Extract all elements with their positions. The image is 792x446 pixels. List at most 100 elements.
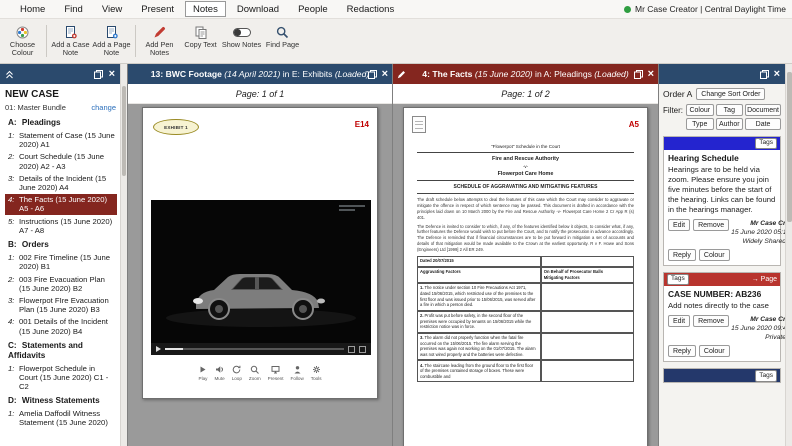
media-mute-control[interactable]: Mute (214, 365, 224, 381)
pen-note-icon[interactable] (397, 70, 406, 79)
index-item-label: Amelia Daffodil Witness Statement (15 Ju… (19, 409, 108, 427)
document-pane-bwc-footage: 13: BWC Footage (14 April 2021) in E: Ex… (127, 64, 392, 446)
media-tools-control[interactable]: Tools (311, 365, 322, 381)
find-page-button[interactable]: Find Page (262, 21, 303, 61)
index-item[interactable]: 3: Flowerpot FIre Evacuation Plan (15 Ju… (5, 295, 117, 315)
change-bundle-link[interactable]: change (91, 103, 116, 112)
filter-button[interactable]: Document (745, 104, 781, 116)
index-item[interactable]: 3: Details of the Incident (15 June 2020… (5, 173, 117, 193)
menu-item[interactable]: Present (133, 1, 182, 17)
note-timestamp: 15 June 2020 09:42 AM (731, 324, 785, 333)
index-item-number: B: (8, 240, 17, 249)
menu-item[interactable]: People (290, 1, 336, 17)
document-text: "Flowerpot" Schedule in the Court Fire a… (417, 144, 634, 382)
edit-note-button[interactable]: Edit (668, 315, 690, 327)
go-to-page-link[interactable]: → Page (752, 276, 777, 283)
index-item[interactable]: 1: Flowerpot Schedule in Court (15 June … (5, 363, 117, 393)
index-item[interactable]: 2: Court Schedule (15 June 2020) A2 - A3 (5, 151, 117, 171)
index-item-number: 4: (8, 195, 14, 204)
index-item[interactable]: 1: 002 Fire Timeline (15 June 2020) B1 (5, 252, 117, 272)
menu-item[interactable]: Find (56, 1, 90, 17)
add-pen-notes-button[interactable]: Add Pen Notes (139, 21, 180, 61)
index-item[interactable]: 2: 003 Fire Evacuation Plan (15 June 202… (5, 274, 117, 294)
index-item-number: 1: (8, 409, 14, 418)
index-item-number: 3: (8, 296, 14, 305)
filter-button[interactable]: Author (716, 118, 744, 130)
tags-button[interactable]: Tags (755, 370, 777, 382)
index-item[interactable]: B: Orders (5, 238, 117, 251)
open-in-new-pane-icon[interactable] (94, 70, 103, 79)
index-item[interactable]: 1: Statement of Case (15 June 2020) A1 (5, 130, 117, 150)
filter-button[interactable]: Colour (686, 104, 714, 116)
edit-note-button[interactable]: Edit (668, 219, 690, 231)
choose-colour-button[interactable]: Choose Colour (2, 21, 43, 61)
document-viewer[interactable]: A5 "Flowerpot" Schedule in the Court Fir… (393, 104, 658, 446)
open-in-new-pane-icon[interactable] (634, 70, 643, 79)
document-thumbnail-icon[interactable] (412, 116, 426, 133)
video-volume-icon[interactable] (348, 346, 355, 353)
index-item-number: 4: (8, 317, 14, 326)
index-item[interactable]: D: Witness Statements (5, 394, 117, 407)
close-pane-icon[interactable]: × (774, 69, 780, 80)
close-pane-icon[interactable]: × (648, 69, 654, 80)
index-item[interactable]: 4: The Facts (15 June 2020) A5 - A6 (5, 194, 117, 214)
menu-item[interactable]: Download (229, 1, 287, 17)
add-page-note-button[interactable]: Add a Page Note (91, 21, 132, 61)
close-icon[interactable]: × (109, 69, 115, 80)
media-follow-control[interactable]: Follow (291, 365, 304, 381)
notes-scrollbar-thumb[interactable] (787, 72, 792, 222)
menu-item[interactable]: Redactions (339, 1, 403, 17)
video-play-icon[interactable] (156, 346, 161, 352)
video-progress-bar[interactable] (165, 348, 344, 350)
colour-note-button[interactable]: Colour (699, 249, 730, 261)
filter-button[interactable]: Tag (716, 104, 744, 116)
tags-button[interactable]: Tags (755, 138, 777, 150)
colour-note-button[interactable]: Colour (699, 345, 730, 357)
close-pane-icon[interactable]: × (382, 69, 388, 80)
note-title: CASE NUMBER: AB236 (668, 289, 776, 299)
index-item[interactable]: 4: 001 Details of the Incident (15 June … (5, 316, 117, 336)
pane1-title-main: 13: BWC Footage (151, 69, 222, 79)
reply-note-button[interactable]: Reply (668, 345, 696, 357)
index-item-number: A: (8, 118, 17, 127)
index-item-label: Instructions (15 June 2020) A7 - A8 (19, 217, 112, 235)
note-card-header: Tags → Page (664, 273, 780, 286)
index-item[interactable]: 1: Amelia Daffodil Witness Statement (15… (5, 408, 117, 428)
document-viewer[interactable]: EXHIBIT 1 E14 (128, 104, 392, 446)
tags-button[interactable]: Tags (667, 274, 689, 286)
menu-item[interactable]: Notes (185, 1, 226, 17)
note-card: Tags (663, 368, 781, 383)
media-loop-control[interactable]: Loop (232, 365, 242, 381)
open-in-new-pane-icon[interactable] (760, 70, 769, 79)
filter-button[interactable]: Type (686, 118, 714, 130)
index-scrollbar-thumb[interactable] (122, 86, 126, 176)
search-icon (276, 25, 289, 39)
remove-note-button[interactable]: Remove (693, 219, 729, 231)
table-row: 1.The notice under section 10 Fire Preca… (417, 283, 634, 311)
media-play-control[interactable]: Play (198, 365, 207, 381)
video-fullscreen-icon[interactable] (359, 346, 366, 353)
menu-item[interactable]: View (94, 1, 130, 17)
index-scrollbar[interactable] (120, 64, 127, 446)
party-1: Fire and Rescue Authority (417, 156, 634, 162)
remove-note-button[interactable]: Remove (693, 315, 729, 327)
add-case-note-button[interactable]: Add a Case Note (50, 21, 91, 61)
copy-text-button[interactable]: Copy Text (180, 21, 221, 61)
show-notes-toggle[interactable]: Show Notes (221, 21, 262, 61)
index-item[interactable]: C: Statements and Affidavits (5, 339, 117, 362)
collapse-all-icon[interactable] (5, 70, 14, 79)
video-player[interactable] (151, 200, 371, 355)
media-present-control[interactable]: Present (268, 365, 284, 381)
filter-button[interactable]: Date (745, 118, 781, 130)
menu-item[interactable]: Home (12, 1, 53, 17)
notes-pane-body: Order A Change Sort Order Filter: Colour… (659, 84, 785, 446)
row-number: 3. (420, 335, 424, 340)
open-in-new-pane-icon[interactable] (368, 70, 377, 79)
row-number: 4. (420, 363, 424, 368)
media-zoom-control[interactable]: Zoom (249, 365, 261, 381)
reply-note-button[interactable]: Reply (668, 249, 696, 261)
notes-scrollbar[interactable] (785, 64, 792, 446)
change-sort-order-button[interactable]: Change Sort Order (696, 88, 765, 100)
index-item[interactable]: A: Pleadings (5, 116, 117, 129)
index-item[interactable]: 5: Instructions (15 June 2020) A7 - A8 (5, 216, 117, 236)
